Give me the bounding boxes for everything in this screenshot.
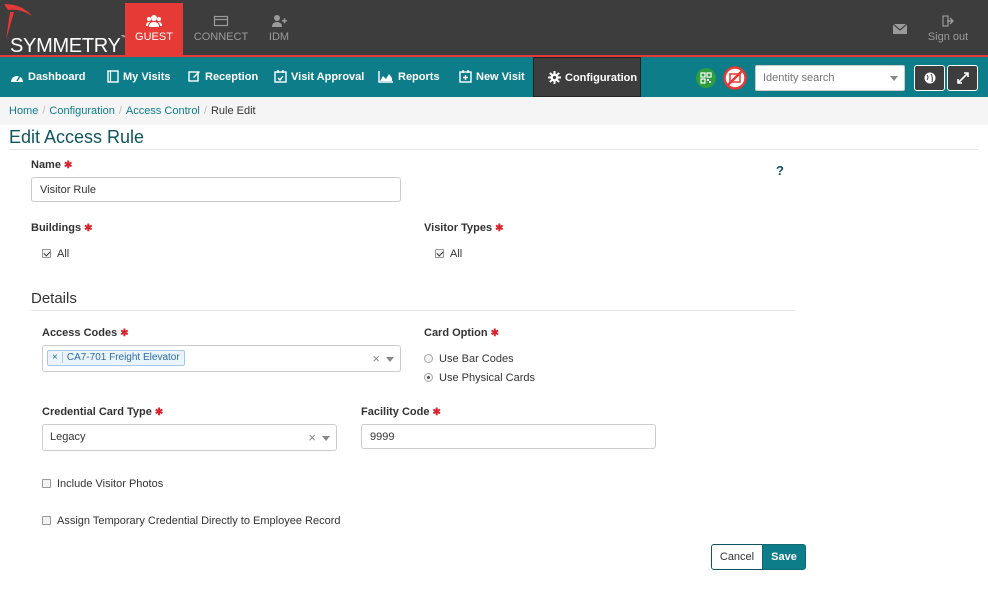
- buildings-label: Buildings ✱: [31, 222, 93, 234]
- visitor-types-label: Visitor Types ✱: [424, 222, 504, 234]
- help-icon[interactable]: ?: [776, 163, 784, 178]
- users-icon: [146, 15, 162, 27]
- checkbox-unchecked[interactable]: [42, 479, 51, 488]
- required-icon: ✱: [84, 223, 93, 234]
- chevron-down-icon: [890, 76, 898, 81]
- tab-idm[interactable]: IDM: [254, 3, 304, 55]
- identity-search-input[interactable]: [756, 66, 881, 90]
- expand-button[interactable]: [947, 65, 978, 91]
- chevron-down-icon[interactable]: [322, 435, 330, 441]
- access-code-tag: × CA7-701 Freight Elevator: [47, 350, 185, 366]
- nav-visit-approval-label: Visit Approval: [291, 71, 365, 83]
- nav-new-visit[interactable]: New Visit: [459, 57, 525, 97]
- checkbox-unchecked[interactable]: [42, 516, 51, 525]
- nav-configuration[interactable]: Configuration: [533, 57, 641, 97]
- breadcrumb-access-control[interactable]: Access Control: [126, 105, 200, 117]
- sign-out-label: Sign out: [927, 31, 969, 43]
- tab-connect-label: CONNECT: [193, 31, 249, 43]
- user-plus-icon: [272, 15, 287, 27]
- calendar-check-icon: [274, 70, 287, 83]
- buildings-all-checkbox[interactable]: All: [42, 248, 69, 260]
- clear-icon[interactable]: ×: [372, 351, 380, 366]
- include-visitor-photos-checkbox[interactable]: Include Visitor Photos: [42, 478, 163, 490]
- title-divider: [9, 149, 978, 150]
- access-codes-label: Access Codes ✱: [42, 327, 129, 339]
- nav-new-visit-label: New Visit: [476, 71, 525, 83]
- globe-icon: [924, 72, 936, 84]
- radio-button[interactable]: [424, 354, 433, 363]
- breadcrumb-current: Rule Edit: [210, 105, 256, 117]
- nav-my-visits-label: My Visits: [123, 71, 171, 83]
- nav-reports[interactable]: Reports: [378, 57, 440, 97]
- tab-guest[interactable]: GUEST: [125, 3, 183, 55]
- nav-reception[interactable]: Reception: [188, 57, 258, 97]
- qr-code-icon[interactable]: [696, 68, 716, 88]
- mail-icon[interactable]: [893, 24, 907, 34]
- breadcrumb-configuration[interactable]: Configuration: [49, 105, 114, 117]
- calendar-plus-icon: [459, 70, 472, 83]
- symmetry-logo[interactable]: SYMMETRY™: [0, 0, 127, 57]
- radio-use-bar-codes[interactable]: Use Bar Codes: [424, 353, 514, 365]
- sign-out-button[interactable]: Sign out: [922, 15, 974, 43]
- facility-code-label: Facility Code ✱: [361, 406, 441, 418]
- assign-temp-credential-checkbox[interactable]: Assign Temporary Credential Directly to …: [42, 515, 340, 527]
- clear-icon[interactable]: ×: [308, 430, 316, 445]
- breadcrumb: Home / Configuration / Access Control / Rule E…: [0, 97, 988, 125]
- dashboard-icon: [11, 75, 23, 82]
- details-divider: [31, 310, 795, 311]
- save-button[interactable]: Save: [762, 544, 806, 570]
- logo-swoosh-icon: [4, 4, 32, 40]
- radio-use-physical-cards[interactable]: Use Physical Cards: [424, 372, 535, 384]
- globe-button[interactable]: [914, 65, 945, 91]
- nav-reports-label: Reports: [398, 71, 440, 83]
- chevron-down-icon[interactable]: [386, 356, 394, 362]
- credential-card-type-label: Credential Card Type ✱: [42, 406, 164, 418]
- required-icon: ✱: [490, 328, 499, 339]
- details-heading: Details: [31, 290, 77, 307]
- nav-dashboard-label: Dashboard: [28, 71, 86, 83]
- nav-visit-approval[interactable]: Visit Approval: [274, 57, 364, 97]
- breadcrumb-home[interactable]: Home: [9, 105, 38, 117]
- checkbox-checked[interactable]: [435, 249, 444, 258]
- tab-guest-label: GUEST: [135, 31, 173, 43]
- credential-card-type-value: Legacy: [50, 431, 86, 443]
- identity-search[interactable]: [755, 65, 905, 91]
- required-icon: ✱: [154, 407, 164, 418]
- card-option-label: Card Option ✱: [424, 327, 499, 339]
- logo-text: SYMMETRY™: [10, 35, 127, 57]
- tab-idm-label: IDM: [268, 31, 290, 43]
- no-entry-icon[interactable]: [723, 66, 747, 90]
- nav-reception-label: Reception: [205, 71, 259, 83]
- edit-icon: [188, 71, 200, 82]
- visitor-types-all-checkbox[interactable]: All: [435, 248, 462, 260]
- sign-out-icon: [942, 15, 954, 27]
- checkbox-checked[interactable]: [42, 249, 51, 258]
- tab-connect[interactable]: CONNECT: [191, 3, 251, 55]
- gear-icon: [548, 71, 561, 84]
- radio-button-selected[interactable]: [424, 373, 433, 382]
- card-icon: [213, 15, 229, 27]
- name-label: Name ✱: [31, 159, 73, 171]
- nav-my-visits[interactable]: My Visits: [107, 57, 171, 97]
- credential-card-type-select[interactable]: Legacy ×: [42, 424, 337, 451]
- nav-dashboard[interactable]: Dashboard: [10, 57, 85, 97]
- access-codes-select[interactable]: × CA7-701 Freight Elevator ×: [42, 345, 401, 372]
- book-icon: [107, 70, 119, 83]
- facility-code-input[interactable]: [361, 424, 656, 449]
- nav-configuration-label: Configuration: [565, 72, 638, 84]
- required-icon: ✱: [495, 223, 504, 234]
- cancel-button[interactable]: Cancel: [711, 544, 763, 570]
- required-icon: ✱: [63, 160, 73, 171]
- remove-tag-icon[interactable]: ×: [52, 352, 63, 363]
- area-chart-icon: [378, 71, 393, 83]
- name-input[interactable]: [31, 177, 401, 202]
- expand-icon: [957, 72, 969, 84]
- required-icon: ✱: [120, 328, 129, 339]
- page-title: Edit Access Rule: [9, 127, 145, 147]
- required-icon: ✱: [432, 407, 441, 418]
- top-bar: SYMMETRY™ GUEST CONNECT IDM Sign out: [0, 0, 988, 57]
